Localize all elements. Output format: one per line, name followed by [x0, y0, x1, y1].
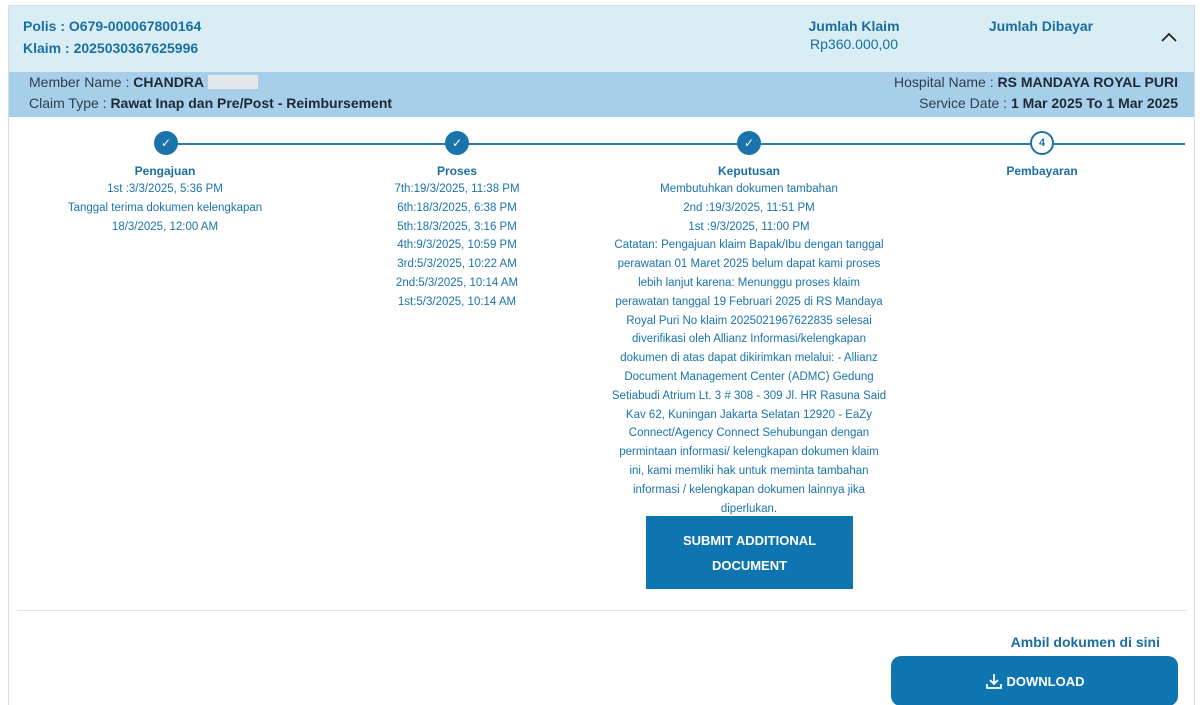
- download-button[interactable]: DOWNLOAD: [891, 656, 1178, 705]
- klaim-number: Klaim : 2025030367625996: [23, 40, 199, 56]
- step-3-line: Membutuhkan dokumen tambahan: [660, 183, 838, 195]
- polis-number: Polis : O679-000067800164: [23, 18, 202, 34]
- step-3-line: ini, kami memliki hak untuk meminta tamb…: [629, 464, 869, 477]
- claim-type-row: Claim Type : Rawat Inap dan Pre/Post - R…: [29, 95, 392, 111]
- claim-type: Rawat Inap dan Pre/Post - Reimbursement: [110, 95, 393, 111]
- claim-card: Polis : O679-000067800164 Klaim : 202503…: [8, 5, 1195, 705]
- step-2-line: 6th:18/3/2025, 6:38 PM: [397, 201, 517, 214]
- step-2-title: Proses: [436, 164, 478, 178]
- service-date: 1 Mar 2025 To 1 Mar 2025: [1010, 95, 1178, 111]
- service-date-label: Service Date :: [919, 95, 1011, 111]
- step-3-line: diverifikasi oleh Allianz Informasi/kele…: [632, 333, 866, 346]
- member-name: CHANDRA: [133, 74, 205, 90]
- step-1-line: 1st :3/3/2025, 5:36 PM: [107, 183, 223, 195]
- jumlah-klaim-label: Jumlah Klaim: [808, 18, 900, 34]
- step-3-title: Keputusan: [717, 164, 780, 178]
- step-3-line: informasi / kelengkapan dokumen lainnya …: [632, 483, 866, 496]
- step-2-line: 4th:9/3/2025, 10:59 PM: [397, 239, 517, 252]
- step-3-line: Kav 62, Kuningan Jakarta Selatan 12920 -…: [625, 408, 873, 421]
- submit-button-label-line2: DOCUMENT: [711, 557, 788, 573]
- jumlah-klaim-value: Rp360.000,00: [810, 36, 898, 52]
- step-3-line: lebih lanjut karena: Menunggu proses kla…: [638, 276, 860, 289]
- member-info-bar: Member Name : CHANDRA Claim Type : Rawat…: [9, 72, 1194, 117]
- step-3-line: Catatan: Pengajuan klaim Bapak/Ibu denga…: [614, 239, 884, 252]
- service-date-row: Service Date : 1 Mar 2025 To 1 Mar 2025: [919, 95, 1178, 111]
- step-3-details: Membutuhkan dokumen tambahan 2nd :19/3/2…: [589, 180, 909, 518]
- step-3-line: permintaan informasi/ kelengkapan dokume…: [619, 446, 879, 459]
- step-4-title: Pembayaran: [1006, 164, 1078, 178]
- download-label: DOWNLOAD: [1006, 673, 1085, 689]
- step-1-title: Pengajuan: [134, 164, 196, 178]
- download-icon: [985, 674, 1002, 689]
- step-3-line: Setiabudi Atrium Lt. 3 # 308 - 309 Jl. H…: [611, 389, 887, 402]
- step-2-line: 7th:19/3/2025, 11:38 PM: [394, 183, 520, 195]
- chevron-up-icon: [1161, 32, 1177, 42]
- step-4-number: 4: [1030, 131, 1054, 155]
- claim-header: Polis : O679-000067800164 Klaim : 202503…: [9, 6, 1194, 72]
- step-1-line: 18/3/2025, 12:00 AM: [111, 220, 219, 233]
- step-3-line: dokumen di atas dapat dikirimkan melalui…: [620, 352, 878, 365]
- step-3-line: perawatan 01 Maret 2025 belum dapat kami…: [617, 258, 881, 271]
- member-name-row: Member Name : CHANDRA: [29, 74, 259, 90]
- step-2-check-icon: ✓: [445, 131, 469, 155]
- submit-additional-document-button[interactable]: SUBMIT ADDITIONAL DOCUMENT: [646, 516, 853, 589]
- step-2-line: 5th:18/3/2025, 3:16 PM: [397, 220, 517, 233]
- hospital-row: Hospital Name : RS MANDAYA ROYAL PURI: [894, 74, 1178, 90]
- step-2-details: 7th:19/3/2025, 11:38 PM 6th:18/3/2025, 6…: [357, 180, 557, 312]
- submit-button-label-line1: SUBMIT ADDITIONAL: [682, 532, 817, 548]
- step-3-line: 1st :9/3/2025, 11:00 PM: [688, 220, 810, 233]
- member-name-label: Member Name :: [29, 74, 134, 90]
- download-prompt: Ambil dokumen di sini: [1010, 634, 1160, 650]
- step-1-check-icon: ✓: [154, 131, 178, 155]
- step-3-line: 2nd :19/3/2025, 11:51 PM: [683, 201, 815, 214]
- claim-type-label: Claim Type :: [29, 95, 111, 111]
- step-3-line: Royal Puri No klaim 2025021967622835 sel…: [626, 314, 872, 327]
- section-divider: [17, 610, 1187, 611]
- step-3-line: perawatan tanggal 19 Februari 2025 di RS…: [615, 295, 883, 308]
- step-2-line: 2nd:5/3/2025, 10:14 AM: [395, 276, 519, 289]
- jumlah-dibayar-label: Jumlah Dibayar: [988, 18, 1094, 34]
- collapse-button[interactable]: [1157, 26, 1181, 50]
- step-3-line: Document Management Center (ADMC) Gedung: [624, 370, 874, 383]
- step-2-line: 1st:5/3/2025, 10:14 AM: [397, 295, 517, 308]
- step-1-details: 1st :3/3/2025, 5:36 PM Tanggal terima do…: [35, 180, 295, 236]
- hospital-name: RS MANDAYA ROYAL PURI: [997, 74, 1179, 90]
- step-2-line: 3rd:5/3/2025, 10:22 AM: [397, 258, 517, 271]
- step-1-line: Tanggal terima dokumen kelengkapan: [67, 201, 263, 214]
- hospital-label: Hospital Name :: [894, 74, 998, 90]
- step-3-check-icon: ✓: [737, 131, 761, 155]
- step-3-line: Connect/Agency Connect Sehubungan dengan: [628, 427, 870, 440]
- redacted-block: [208, 75, 259, 89]
